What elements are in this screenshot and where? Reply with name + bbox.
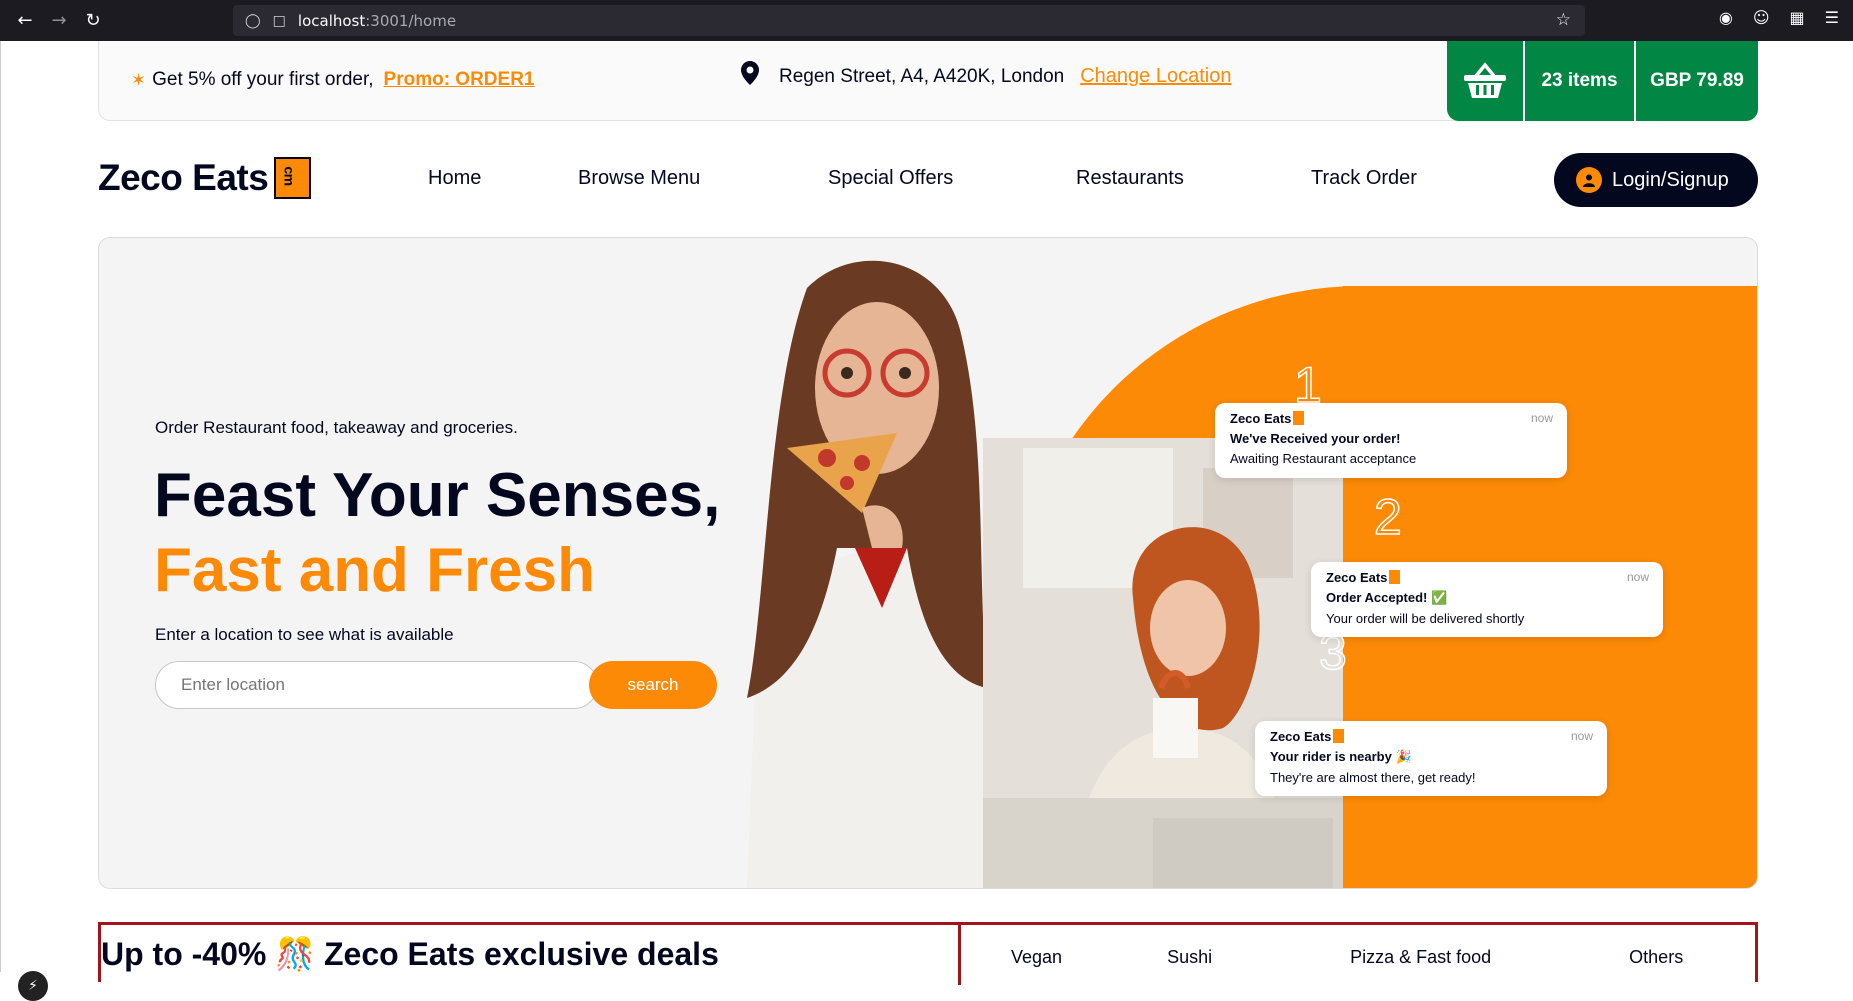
cart-items-count[interactable]: 23 items (1525, 41, 1636, 121)
notification-heading: Your rider is nearby 🎉 (1270, 749, 1412, 764)
nav-browse-menu[interactable]: Browse Menu (578, 167, 700, 190)
browser-toolbar: ← → ↻ ◯ □ localhost:3001/home ☆ ◉ ☺ ▦ ☰ (0, 0, 1853, 41)
logo[interactable]: Zeco Eats cm (98, 157, 312, 199)
notification-heading: We've Received your order! (1230, 431, 1401, 446)
back-icon[interactable]: ← (8, 4, 42, 38)
page-icon: □ (272, 12, 286, 29)
notification-order-received: Zeco Eats now We've Received your order!… (1215, 403, 1567, 478)
logo-badge-text: cm (281, 166, 298, 186)
location: Regen Street, A4, A420K, London Change L… (741, 60, 1231, 88)
nav-home[interactable]: Home (428, 167, 481, 190)
hero-headline-2: Fast and Fresh (154, 536, 595, 605)
app-badge-icon (1333, 729, 1345, 743)
cart-summary[interactable]: 23 items GBP 79.89 (1447, 41, 1758, 121)
deals-category-tabs: Vegan Sushi Pizza & Fast food Others (958, 925, 1755, 985)
notification-time: now (1570, 729, 1593, 743)
notification-heading: Order Accepted! ✅ (1326, 590, 1448, 605)
promo-code-link[interactable]: Promo: ORDER1 (384, 69, 535, 91)
location-search-box (155, 661, 598, 709)
shield-icon: ◯ (245, 12, 261, 29)
woman-eating-noodles-image (983, 438, 1343, 888)
promo: ✶ Get 5% off your first order, Promo: OR… (131, 69, 534, 91)
notification-time: now (1530, 411, 1553, 425)
notification-rider-nearby: Zeco Eats now Your rider is nearby 🎉 The… (1255, 721, 1607, 796)
notification-body: Your order will be delivered shortly (1326, 611, 1525, 626)
extensions-icon[interactable]: ▦ (1790, 8, 1805, 27)
app-badge-icon (1293, 411, 1305, 425)
notification-app: Zeco Eats (1326, 570, 1388, 585)
tab-vegan[interactable]: Vegan (1011, 925, 1062, 985)
notification-time: now (1626, 570, 1649, 584)
login-signup-button[interactable]: Login/Signup (1554, 153, 1758, 207)
bookmark-star-icon[interactable]: ☆ (1556, 10, 1571, 30)
notification-app: Zeco Eats (1270, 729, 1332, 744)
nav-track-order[interactable]: Track Order (1311, 167, 1417, 190)
app-badge-icon (1389, 570, 1401, 584)
user-icon (1576, 167, 1602, 193)
nav-restaurants[interactable]: Restaurants (1076, 167, 1184, 190)
top-bar: ✶ Get 5% off your first order, Promo: OR… (98, 41, 1758, 121)
deals-section: Up to -40% 🎊 Zeco Eats exclusive deals V… (98, 922, 1758, 985)
hero: Order Restaurant food, takeaway and groc… (98, 237, 1758, 889)
account-icon[interactable]: ☺ (1753, 8, 1770, 27)
menu-icon[interactable]: ☰ (1825, 8, 1839, 27)
nav-special-offers[interactable]: Special Offers (828, 167, 953, 190)
hero-headline-1: Feast Your Senses, (154, 461, 721, 530)
url-host: localhost (297, 11, 366, 30)
deals-title: Up to -40% 🎊 Zeco Eats exclusive deals (101, 936, 719, 972)
logo-text: Zeco Eats (98, 157, 269, 198)
star-icon: ✶ (131, 69, 147, 90)
change-location-link[interactable]: Change Location (1080, 65, 1231, 88)
dev-tools-bolt-icon[interactable]: ⚡ (18, 971, 48, 1001)
notification-order-accepted: Zeco Eats now Order Accepted! ✅ Your ord… (1311, 562, 1663, 637)
main-nav: Zeco Eats cm Home Browse Menu Special Of… (98, 153, 1758, 209)
tab-sushi[interactable]: Sushi (1167, 925, 1212, 985)
cart-total[interactable]: GBP 79.89 (1636, 41, 1758, 121)
forward-icon[interactable]: → (42, 4, 76, 38)
page: ✶ Get 5% off your first order, Promo: OR… (0, 41, 1853, 1001)
tab-others[interactable]: Others (1629, 925, 1683, 985)
address-text: Regen Street, A4, A420K, London (779, 65, 1065, 87)
location-input[interactable] (181, 675, 431, 695)
logo-badge: cm (274, 157, 312, 199)
location-pin-icon (741, 60, 759, 85)
hero-subline: Order Restaurant food, takeaway and groc… (155, 418, 518, 437)
tab-pizza-fast-food[interactable]: Pizza & Fast food (1350, 925, 1491, 985)
notification-body: They're are almost there, get ready! (1270, 770, 1476, 785)
step-number-2: 2 (1373, 488, 1402, 546)
location-prompt: Enter a location to see what is availabl… (155, 625, 454, 644)
basket-icon[interactable] (1447, 41, 1525, 121)
notification-body: Awaiting Restaurant acceptance (1230, 451, 1417, 466)
promo-text: Get 5% off your first order, (152, 69, 374, 90)
reload-icon[interactable]: ↻ (76, 4, 110, 38)
login-label: Login/Signup (1612, 168, 1729, 191)
address-bar[interactable]: ◯ □ localhost:3001/home ☆ (233, 5, 1585, 36)
pocket-icon[interactable]: ◉ (1719, 8, 1733, 27)
notification-app: Zeco Eats (1230, 411, 1292, 426)
url-path: :3001/home (365, 11, 457, 30)
